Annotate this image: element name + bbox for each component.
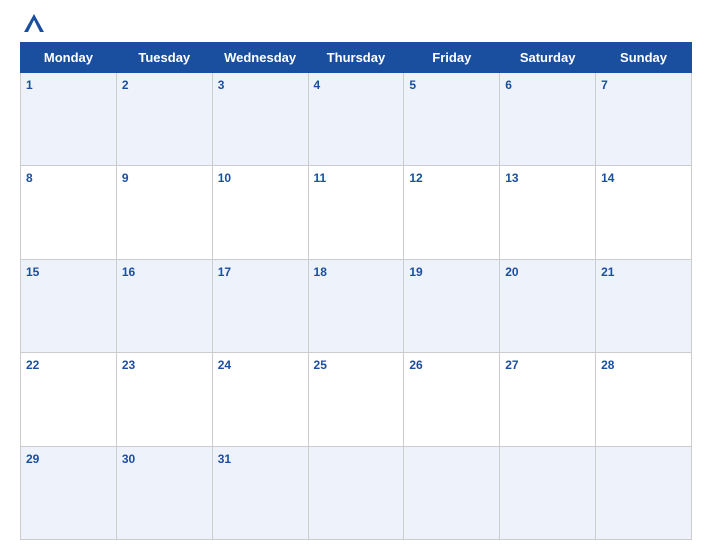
calendar-day-cell: 27 — [500, 353, 596, 446]
calendar-header-row: MondayTuesdayWednesdayThursdayFridaySatu… — [21, 43, 692, 73]
weekday-header-thursday: Thursday — [308, 43, 404, 73]
calendar-week-row: 22 23 24 25 26 27 28 — [21, 353, 692, 446]
calendar-day-cell: 25 — [308, 353, 404, 446]
calendar-day-cell: 22 — [21, 353, 117, 446]
weekday-row: MondayTuesdayWednesdayThursdayFridaySatu… — [21, 43, 692, 73]
calendar-day-cell: 26 — [404, 353, 500, 446]
calendar-day-cell: 3 — [212, 73, 308, 166]
day-number: 18 — [314, 265, 327, 279]
day-number: 26 — [409, 358, 422, 372]
weekday-header-saturday: Saturday — [500, 43, 596, 73]
day-number: 29 — [26, 452, 39, 466]
calendar-day-cell: 15 — [21, 259, 117, 352]
day-number: 14 — [601, 171, 614, 185]
calendar-week-row: 29 30 31 — [21, 446, 692, 539]
calendar-day-cell: 13 — [500, 166, 596, 259]
calendar-day-cell: 4 — [308, 73, 404, 166]
calendar-day-cell — [308, 446, 404, 539]
calendar-day-cell: 19 — [404, 259, 500, 352]
calendar-day-cell: 17 — [212, 259, 308, 352]
weekday-header-friday: Friday — [404, 43, 500, 73]
calendar-week-row: 8 9 10 11 12 13 14 — [21, 166, 692, 259]
day-number: 19 — [409, 265, 422, 279]
calendar-day-cell: 28 — [596, 353, 692, 446]
day-number: 12 — [409, 171, 422, 185]
weekday-header-tuesday: Tuesday — [116, 43, 212, 73]
calendar-day-cell: 8 — [21, 166, 117, 259]
calendar-day-cell: 11 — [308, 166, 404, 259]
day-number: 1 — [26, 78, 33, 92]
calendar-day-cell: 20 — [500, 259, 596, 352]
calendar-day-cell: 6 — [500, 73, 596, 166]
calendar-day-cell — [500, 446, 596, 539]
day-number: 6 — [505, 78, 512, 92]
day-number: 15 — [26, 265, 39, 279]
calendar-day-cell — [404, 446, 500, 539]
day-number: 25 — [314, 358, 327, 372]
day-number: 13 — [505, 171, 518, 185]
day-number: 4 — [314, 78, 321, 92]
calendar-day-cell: 30 — [116, 446, 212, 539]
calendar-week-row: 1 2 3 4 5 6 7 — [21, 73, 692, 166]
calendar-day-cell — [596, 446, 692, 539]
day-number: 10 — [218, 171, 231, 185]
day-number: 5 — [409, 78, 416, 92]
calendar-day-cell: 21 — [596, 259, 692, 352]
calendar-day-cell: 10 — [212, 166, 308, 259]
calendar-day-cell: 31 — [212, 446, 308, 539]
logo — [20, 10, 52, 38]
day-number: 9 — [122, 171, 129, 185]
logo-icon — [20, 10, 48, 38]
day-number: 8 — [26, 171, 33, 185]
calendar-day-cell: 16 — [116, 259, 212, 352]
calendar-day-cell: 9 — [116, 166, 212, 259]
calendar-table: MondayTuesdayWednesdayThursdayFridaySatu… — [20, 42, 692, 540]
calendar-body: 1234567891011121314151617181920212223242… — [21, 73, 692, 540]
day-number: 7 — [601, 78, 608, 92]
calendar-week-row: 15 16 17 18 19 20 21 — [21, 259, 692, 352]
day-number: 20 — [505, 265, 518, 279]
calendar-day-cell: 2 — [116, 73, 212, 166]
day-number: 3 — [218, 78, 225, 92]
day-number: 21 — [601, 265, 614, 279]
weekday-header-wednesday: Wednesday — [212, 43, 308, 73]
day-number: 27 — [505, 358, 518, 372]
calendar-day-cell: 1 — [21, 73, 117, 166]
calendar-day-cell: 14 — [596, 166, 692, 259]
calendar-day-cell: 7 — [596, 73, 692, 166]
day-number: 22 — [26, 358, 39, 372]
day-number: 30 — [122, 452, 135, 466]
weekday-header-sunday: Sunday — [596, 43, 692, 73]
day-number: 16 — [122, 265, 135, 279]
day-number: 2 — [122, 78, 129, 92]
day-number: 11 — [314, 171, 327, 185]
calendar-day-cell: 12 — [404, 166, 500, 259]
day-number: 31 — [218, 452, 231, 466]
calendar-day-cell: 18 — [308, 259, 404, 352]
calendar-day-cell: 29 — [21, 446, 117, 539]
day-number: 17 — [218, 265, 231, 279]
weekday-header-monday: Monday — [21, 43, 117, 73]
calendar-day-cell: 23 — [116, 353, 212, 446]
calendar-header — [20, 10, 692, 38]
day-number: 28 — [601, 358, 614, 372]
day-number: 24 — [218, 358, 231, 372]
calendar-day-cell: 24 — [212, 353, 308, 446]
calendar-day-cell: 5 — [404, 73, 500, 166]
day-number: 23 — [122, 358, 135, 372]
